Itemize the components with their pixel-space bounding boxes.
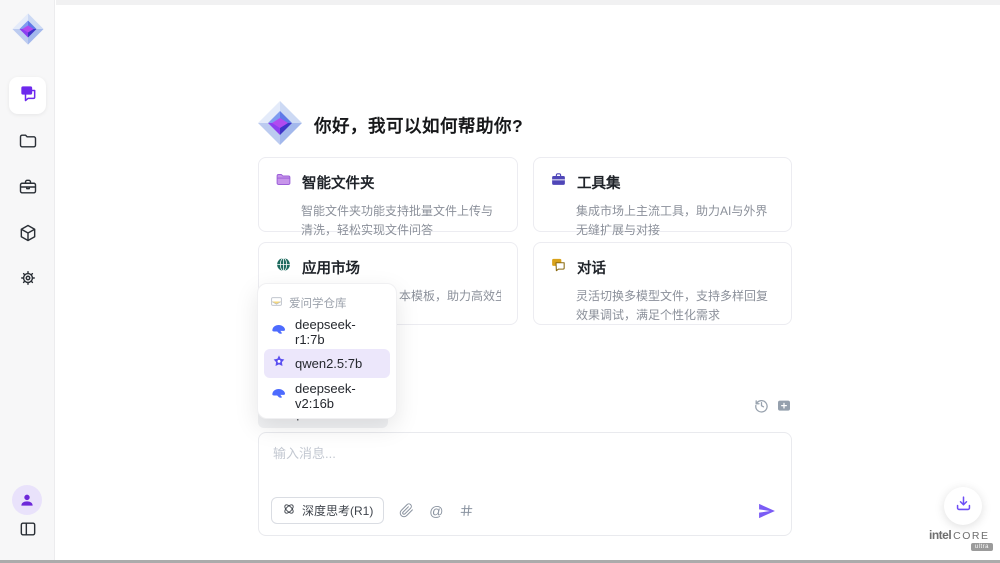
new-chat-icon [776, 398, 792, 419]
send-icon[interactable] [757, 501, 777, 521]
chat-icon [18, 83, 38, 108]
download-icon [954, 494, 973, 518]
history-icon [753, 397, 770, 419]
intel-word: intel [929, 528, 951, 542]
hash-icon[interactable] [458, 503, 474, 519]
greeting-title: 你好，我可以如何帮助你? [314, 113, 523, 138]
briefcase-indigo-icon [550, 171, 567, 193]
card-title: 智能文件夹 [302, 172, 375, 193]
sidebar [0, 0, 55, 560]
paperclip-icon[interactable] [398, 503, 414, 519]
model-option-label: deepseek-v2:16b [295, 381, 383, 411]
deep-think-icon [282, 502, 296, 519]
model-group-label: 爱问学仓库 [289, 295, 347, 311]
qwen-icon [271, 354, 287, 373]
user-avatar[interactable] [12, 485, 42, 515]
download-button[interactable] [944, 487, 982, 525]
card-desc: 灵活切换多模型文件，支持多样回复效果调试，满足个性化需求 [576, 287, 775, 324]
message-input[interactable] [273, 443, 773, 485]
model-group-header: 爱问学仓库 [264, 292, 390, 314]
card-conversation[interactable]: 对话 灵活切换多模型文件，支持多样回复效果调试，满足个性化需求 [533, 242, 792, 325]
at-icon[interactable]: @ [428, 503, 444, 519]
model-option-deepseek-v2[interactable]: deepseek-v2:16b [264, 381, 390, 410]
sidebar-item-models[interactable] [0, 223, 55, 248]
sidebar-item-toolbox[interactable] [0, 177, 55, 202]
sidebar-collapse-toggle[interactable] [0, 519, 55, 544]
model-dropdown: 爱问学仓库 deepseek-r1:7b qwen2.5:7b [257, 283, 397, 419]
card-title: 工具集 [577, 172, 621, 193]
card-toolset[interactable]: 工具集 集成市场上主流工具，助力AI与外界无缝扩展与对接 [533, 157, 792, 232]
intel-core-word: CORE [953, 530, 989, 542]
deep-think-label: 深度思考(R1) [302, 502, 373, 519]
model-option-label: qwen2.5:7b [295, 356, 362, 371]
greeting-logo-icon [256, 99, 304, 147]
composer-toolbar: 深度思考(R1) @ [271, 497, 777, 524]
sidebar-item-settings[interactable] [0, 268, 55, 293]
chat-gold-icon [550, 256, 567, 278]
model-option-label: deepseek-r1:7b [295, 317, 383, 347]
folder-purple-icon [275, 171, 292, 193]
card-smart-folder[interactable]: 智能文件夹 智能文件夹功能支持批量文件上传与清洗，轻松实现文件问答 [258, 157, 518, 232]
deepseek-icon [271, 322, 287, 341]
cube-icon [18, 223, 38, 248]
intel-core-logo: intel CORE ultra [929, 528, 993, 551]
composer: 深度思考(R1) @ [258, 432, 792, 536]
card-title: 对话 [577, 257, 606, 278]
app-logo-icon [11, 12, 45, 46]
card-desc: 集成市场上主流工具，助力AI与外界无缝扩展与对接 [576, 202, 775, 239]
card-desc-partial: 本模板，助力高效生成多 [399, 287, 501, 306]
globe-teal-icon [275, 256, 292, 278]
sidebar-item-folders[interactable] [0, 131, 55, 156]
top-strip [56, 0, 1000, 5]
model-option-deepseek-r1[interactable]: deepseek-r1:7b [264, 317, 390, 346]
repository-icon [270, 295, 283, 311]
model-option-qwen[interactable]: qwen2.5:7b [264, 349, 390, 378]
deepseek-icon [271, 386, 287, 405]
card-desc: 智能文件夹功能支持批量文件上传与清洗，轻松实现文件问答 [301, 202, 501, 239]
folder-icon [18, 131, 38, 156]
gear-icon [18, 268, 38, 293]
app-window: 你好，我可以如何帮助你? 智能文件夹 智能文件夹功能支持批量文件上传与清洗，轻松… [0, 0, 1000, 563]
intel-ultra-badge: ultra [971, 543, 993, 551]
new-chat-button[interactable] [775, 399, 793, 417]
deep-think-toggle[interactable]: 深度思考(R1) [271, 497, 384, 524]
history-button[interactable] [752, 399, 770, 417]
sidebar-item-chat[interactable] [9, 77, 46, 114]
card-title: 应用市场 [302, 257, 360, 278]
panel-toggle-icon [18, 519, 38, 544]
briefcase-icon [18, 177, 38, 202]
